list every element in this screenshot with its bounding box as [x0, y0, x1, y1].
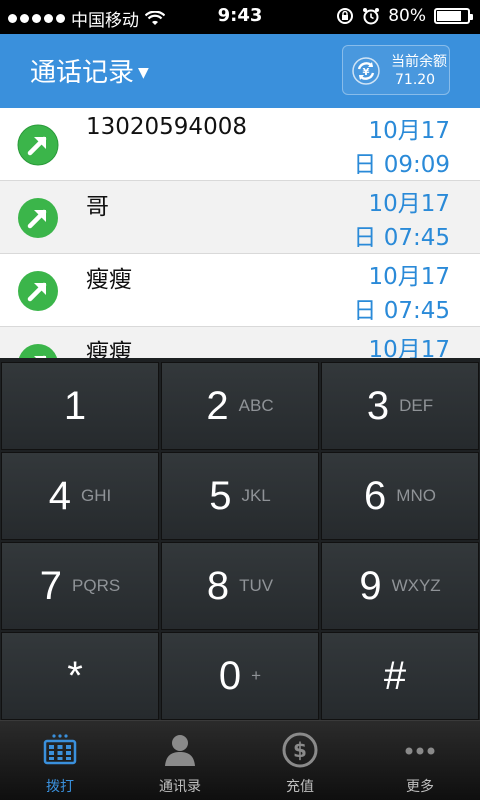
rotation-lock-icon	[337, 8, 354, 24]
key-letters: PQRS	[72, 576, 121, 595]
tab-label: 拨打	[46, 779, 74, 795]
balance-button[interactable]: ¥ 当前余额 71.20	[342, 45, 450, 95]
refresh-balance-icon: ¥	[352, 57, 380, 85]
key-9[interactable]: 9 WXYZ	[321, 542, 479, 630]
key-2[interactable]: 2 ABC	[161, 362, 319, 450]
call-date-line2: 日 09:09	[353, 152, 450, 178]
key-letters: DEF	[399, 396, 434, 415]
key-digit: 4	[48, 473, 71, 518]
svg-text:¥: ¥	[363, 67, 370, 78]
balance-label: 当前余额	[391, 54, 447, 70]
call-date-line2: 日 07:45	[353, 225, 450, 251]
dial-keypad: 1 2 ABC 3 DEF 4 GHI 5 JKL 6 MNO 7 PQRS 8…	[0, 358, 480, 720]
page-title: 通话记录	[30, 58, 135, 88]
key-6[interactable]: 6 MNO	[321, 452, 479, 540]
key-1[interactable]: 1	[1, 362, 159, 450]
status-right: 80%	[336, 6, 473, 26]
call-contact-name: 瘦瘦	[86, 267, 132, 293]
bottom-tab-bar: 拨打 通讯录 $ 充值 更多	[0, 720, 480, 800]
battery-icon	[434, 8, 473, 24]
key-digit: #	[383, 653, 407, 698]
key-hash[interactable]: #	[321, 632, 479, 720]
tab-more[interactable]: 更多	[360, 721, 480, 800]
key-digit: 1	[63, 383, 87, 428]
call-log-title-dropdown[interactable]: 通话记录 ▼	[30, 52, 149, 89]
recharge-icon: $	[282, 732, 318, 768]
tab-label: 通讯录	[159, 779, 201, 795]
key-digit: 9	[359, 563, 382, 608]
key-letters: JKL	[241, 486, 271, 505]
call-log-row[interactable]: 哥 10月17 日 07:45	[0, 181, 480, 254]
status-bar: 中国移动 9:43 80%	[0, 0, 480, 34]
key-5[interactable]: 5 JKL	[161, 452, 319, 540]
call-date-line2: 日 07:45	[353, 298, 450, 324]
call-datetime: 10月17 日 07:45	[340, 260, 450, 328]
call-date-line1: 10月17	[368, 337, 450, 360]
call-datetime: 10月17	[340, 333, 450, 360]
tab-label: 更多	[406, 779, 434, 795]
key-digit: 2	[206, 383, 229, 428]
key-digit: 0	[218, 653, 242, 698]
tab-recharge[interactable]: $ 充值	[240, 721, 360, 800]
key-letters: +	[251, 666, 262, 685]
outgoing-call-icon	[17, 124, 59, 166]
call-log-row[interactable]: 瘦瘦 10月17	[0, 327, 480, 360]
key-letters: TUV	[239, 576, 274, 595]
call-datetime: 10月17 日 09:09	[340, 114, 450, 182]
tab-dial[interactable]: 拨打	[0, 721, 120, 800]
more-icon	[405, 747, 435, 755]
header: 通话记录 ▼ ¥ 当前余额 71.20	[0, 34, 480, 108]
key-8[interactable]: 8 TUV	[161, 542, 319, 630]
call-contact-name: 瘦瘦	[86, 340, 132, 360]
key-3[interactable]: 3 DEF	[321, 362, 479, 450]
key-digit: 6	[364, 473, 387, 518]
outgoing-call-icon	[18, 271, 58, 311]
svg-text:$: $	[293, 738, 307, 762]
key-4[interactable]: 4 GHI	[1, 452, 159, 540]
call-log-list[interactable]: 13020594008 10月17 日 09:09 哥 10月17 日 07:4…	[0, 108, 480, 360]
key-star[interactable]: *	[1, 632, 159, 720]
call-datetime: 10月17 日 07:45	[340, 187, 450, 255]
key-digit: 3	[366, 383, 390, 428]
dialpad-icon	[43, 734, 77, 765]
caret-down-icon: ▼	[138, 64, 149, 81]
call-log-row[interactable]: 13020594008 10月17 日 09:09	[0, 108, 480, 181]
key-digit: 5	[209, 473, 232, 518]
tab-contacts[interactable]: 通讯录	[120, 721, 240, 800]
outgoing-call-icon	[18, 198, 58, 238]
battery-percent: 80%	[388, 6, 426, 26]
call-date-line1: 10月17	[368, 264, 450, 290]
alarm-icon	[363, 8, 380, 25]
key-0[interactable]: 0 +	[161, 632, 319, 720]
contacts-icon	[165, 735, 195, 766]
key-letters: MNO	[396, 486, 436, 505]
key-digit: 8	[206, 563, 230, 608]
call-date-line1: 10月17	[368, 191, 450, 217]
key-letters: ABC	[238, 396, 274, 415]
tab-label: 充值	[286, 779, 314, 795]
call-date-line1: 10月17	[368, 118, 450, 144]
key-digit: 7	[39, 563, 63, 608]
call-contact-name: 13020594008	[86, 114, 247, 140]
key-letters: WXYZ	[391, 576, 441, 595]
balance-value: 71.20	[395, 72, 436, 88]
call-contact-name: 哥	[86, 194, 109, 220]
key-letters: GHI	[81, 486, 112, 505]
key-digit: *	[67, 653, 83, 698]
key-7[interactable]: 7 PQRS	[1, 542, 159, 630]
call-log-row[interactable]: 瘦瘦 10月17 日 07:45	[0, 254, 480, 327]
